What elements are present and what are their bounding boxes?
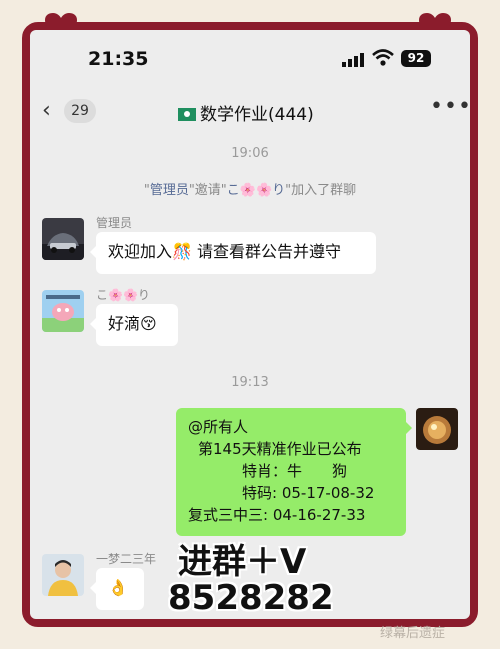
chat-title-text: 数学作业(444) (200, 105, 314, 125)
status-time: 21:35 (88, 48, 149, 70)
watermark: 绿幕后遗症 (380, 626, 446, 641)
avatar-user-ko[interactable] (42, 290, 84, 332)
unread-count-badge[interactable]: 29 (64, 99, 96, 123)
back-chevron-icon[interactable]: ‹ (42, 98, 51, 123)
overlay-caption-line1: 进群＋V (178, 542, 307, 582)
avatar-admin[interactable] (42, 218, 84, 260)
flag-icon (178, 108, 196, 121)
sender-name: こ🌸🌸り (96, 288, 150, 302)
avatar-self[interactable] (416, 408, 458, 450)
phone-screen: 21:35 92 ‹ 29 数学作业(444) ••• 19:06 "管理员"邀… (30, 30, 470, 619)
status-bar: 21:35 92 (30, 30, 470, 78)
timestamp: 19:13 (231, 375, 269, 390)
signal-icon (342, 52, 366, 71)
message-line: 特肖：牛 狗 (242, 462, 348, 480)
timestamp: 19:06 (231, 146, 269, 161)
system-message: "管理员"邀请"こ🌸🌸り"加入了群聊 (30, 179, 470, 198)
system-admin-link[interactable]: 管理员 (150, 183, 189, 198)
sender-name: 管理员 (96, 216, 133, 230)
battery-indicator: 92 (401, 50, 431, 67)
overlay-caption-line2: 8528282 (168, 578, 334, 618)
system-tail-text: "加入了群聊 (285, 183, 357, 198)
message-bubble[interactable]: 👌 (90, 568, 144, 610)
chat-title: 数学作业(444) (178, 100, 314, 125)
message-bubble[interactable]: 好滴😚 (90, 304, 178, 346)
system-invite-text: "邀请" (188, 183, 227, 198)
wifi-icon (372, 49, 394, 71)
more-options-icon[interactable]: ••• (430, 94, 470, 119)
message-line: 第145天精准作业已公布 (198, 440, 362, 458)
system-invitee-link[interactable]: こ🌸🌸り (227, 183, 285, 198)
message-line: 复式三中三: 04-16-27-33 (188, 506, 366, 524)
sender-name: 一梦二三年 (96, 552, 157, 566)
message-bubble[interactable]: 欢迎加入🎊 请查看群公告并遵守 (90, 232, 376, 274)
chat-header: ‹ 29 数学作业(444) ••• (30, 92, 470, 132)
message-line: 特码: 05-17-08-32 (242, 484, 375, 502)
avatar-user-yimeng[interactable] (42, 554, 84, 596)
message-bubble-outgoing[interactable]: @所有人 第145天精准作业已公布 特肖：牛 狗 特码: 05-17-08-32… (176, 408, 412, 536)
message-line: @所有人 (188, 418, 249, 436)
